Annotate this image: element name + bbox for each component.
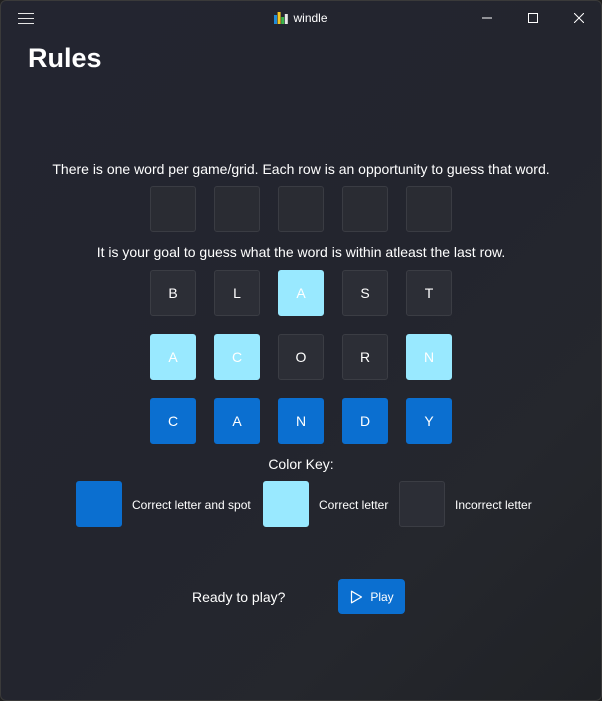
grid-row-4: C A N D Y: [150, 398, 454, 445]
rules-line-1: There is one word per game/grid. Each ro…: [52, 161, 550, 177]
minimize-icon: [482, 17, 492, 19]
ready-prompt: Ready to play?: [192, 589, 286, 605]
letter-tile: [150, 186, 196, 232]
grid-row-2: B L A S T: [150, 270, 454, 317]
letter-tile: O: [278, 334, 324, 380]
letter-tile: L: [214, 270, 260, 316]
rules-line-2: It is your goal to guess what the word i…: [96, 244, 506, 260]
letter-tile: N: [406, 334, 452, 380]
letter-tile: [342, 186, 388, 232]
letter-tile: R: [342, 334, 388, 380]
letter-tile: [214, 186, 260, 232]
color-key-swatch-incorrect-letter: [399, 481, 445, 527]
letter-tile: A: [150, 334, 196, 380]
letter-tile: B: [150, 270, 196, 316]
color-key-title: Color Key:: [268, 456, 334, 472]
color-key-swatch-correct-spot: [76, 481, 122, 527]
color-key-label-correct-spot: Correct letter and spot: [132, 498, 251, 512]
grid-row-1: [150, 186, 454, 233]
play-icon: [349, 590, 363, 604]
app-name: windle: [293, 11, 328, 25]
letter-tile: N: [278, 398, 324, 444]
color-key-swatch-correct-letter: [263, 481, 309, 527]
title-bar: windle: [1, 1, 601, 35]
grid-row-3: A C O R N: [150, 334, 454, 381]
letter-tile: C: [150, 398, 196, 444]
letter-tile: A: [214, 398, 260, 444]
minimize-button[interactable]: [464, 1, 510, 35]
maximize-button[interactable]: [510, 1, 556, 35]
app-window: windle Rules There is one word per game/…: [0, 0, 602, 701]
close-icon: [574, 13, 584, 23]
close-button[interactable]: [556, 1, 601, 35]
play-button[interactable]: Play: [338, 579, 405, 614]
color-key-label-incorrect-letter: Incorrect letter: [455, 498, 532, 512]
page-title: Rules: [28, 43, 102, 73]
letter-tile: [278, 186, 324, 232]
letter-tile: Y: [406, 398, 452, 444]
letter-tile: D: [342, 398, 388, 444]
color-key-label-correct-letter: Correct letter: [319, 498, 389, 512]
letter-tile: A: [278, 270, 324, 316]
letter-tile: T: [406, 270, 452, 316]
app-logo-icon: [274, 12, 289, 25]
letter-tile: S: [342, 270, 388, 316]
letter-tile: C: [214, 334, 260, 380]
letter-tile: [406, 186, 452, 232]
maximize-icon: [528, 13, 538, 23]
play-button-label: Play: [370, 589, 394, 604]
